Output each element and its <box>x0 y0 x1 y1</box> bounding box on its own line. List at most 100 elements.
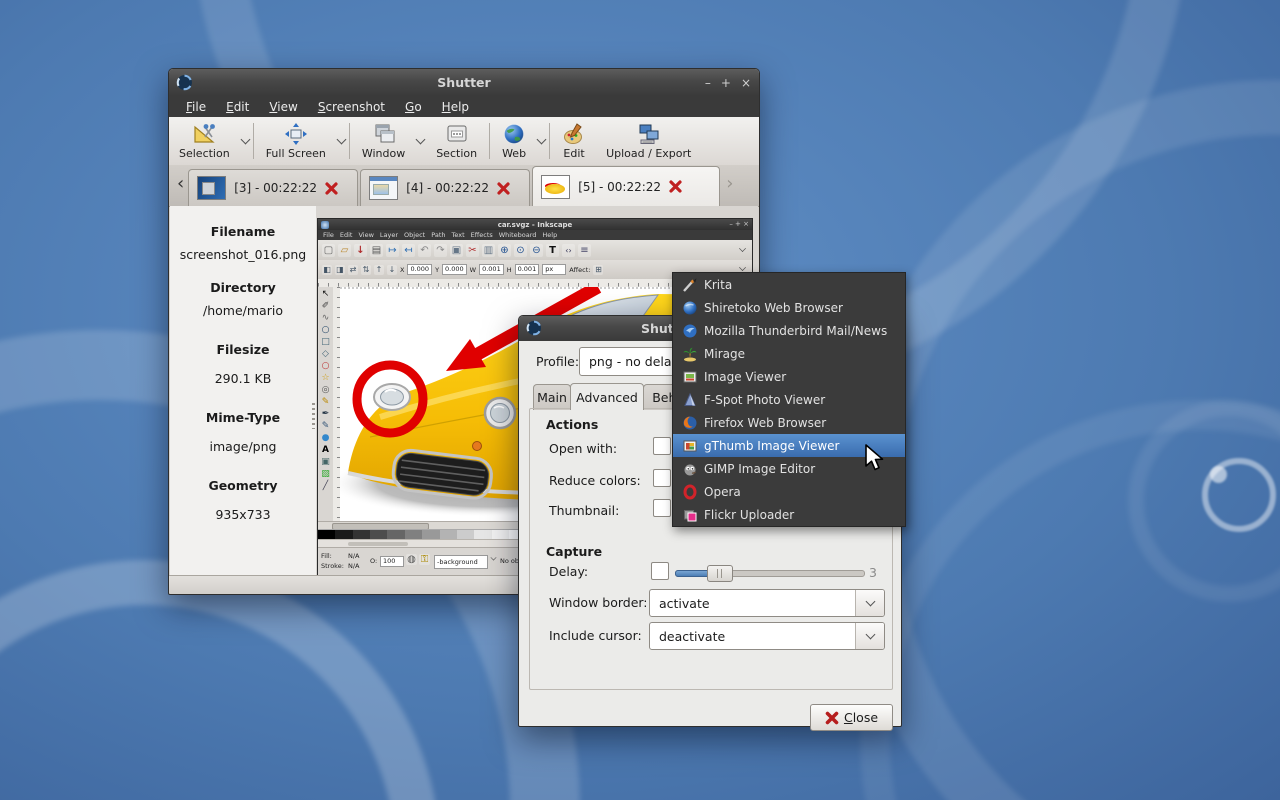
mirage-icon <box>682 346 698 362</box>
menu-item-shiretoko[interactable]: Shiretoko Web Browser <box>673 296 905 319</box>
star-tool-icon: ☆ <box>321 373 329 384</box>
tab-advanced[interactable]: Advanced <box>570 383 644 410</box>
stroke-label: Stroke: <box>321 562 344 570</box>
inkscape-import-icon: ↦ <box>386 244 399 257</box>
thumbnail-checkbox[interactable] <box>653 499 671 517</box>
inkscape-titlebar: car.svgz - Inkscape – + × <box>318 219 752 230</box>
open-with-label: Open with: <box>549 441 617 456</box>
tab-session-5[interactable]: [5] - 00:22:22 <box>532 166 720 206</box>
minimize-button[interactable]: – <box>705 76 711 90</box>
pane-resize-handle[interactable] <box>312 403 315 429</box>
directory-value: /home/mario <box>170 303 316 318</box>
window-border-chevron-icon <box>855 590 884 616</box>
tabs-scroll-left-button[interactable]: ‹ <box>173 173 188 198</box>
include-cursor-label: Include cursor: <box>549 628 642 643</box>
selection-dropdown-chevron-icon[interactable] <box>240 134 250 144</box>
lock-layer-icon: ⚿ <box>419 554 430 565</box>
menu-item-flickr[interactable]: Flickr Uploader <box>673 503 905 526</box>
tab-close-icon[interactable] <box>325 182 338 195</box>
thunderbird-icon <box>682 323 698 339</box>
toolbar-separator <box>489 123 490 159</box>
inkscape-menubar: FileEdit ViewLayer ObjectPath TextEffect… <box>318 230 752 240</box>
geometry-label: Geometry <box>170 478 316 493</box>
mouse-cursor <box>864 444 886 474</box>
inkscape-xml-icon: ‹› <box>562 244 575 257</box>
tab-main[interactable]: Main <box>533 384 571 410</box>
tab-close-icon[interactable] <box>669 180 682 193</box>
include-cursor-select[interactable]: deactivate <box>649 622 885 650</box>
node-tool-icon: ✐ <box>322 301 330 312</box>
inkscape-rotate-cw-icon: ◨ <box>335 265 345 275</box>
menu-screenshot[interactable]: Screenshot <box>309 98 394 116</box>
thumbnail-label: Thumbnail: <box>549 503 619 518</box>
menu-view[interactable]: View <box>260 98 306 116</box>
w-field-label: W <box>470 266 476 274</box>
ellipse-tool-icon: ○ <box>322 361 330 372</box>
h-field-label: H <box>507 266 512 274</box>
dropper-tool-icon: ╱ <box>323 481 328 492</box>
window-dropdown-chevron-icon[interactable] <box>416 134 426 144</box>
menu-item-image-viewer[interactable]: Image Viewer <box>673 365 905 388</box>
opera-icon <box>682 484 698 500</box>
gthumb-icon <box>682 438 698 454</box>
fspot-icon <box>682 392 698 408</box>
tab-thumbnail <box>197 176 226 200</box>
inkscape-text-icon: T <box>546 244 559 257</box>
close-button[interactable]: × <box>741 76 751 90</box>
fill-value: N/A <box>348 552 360 560</box>
menu-go[interactable]: Go <box>396 98 431 116</box>
selection-button[interactable]: Selection <box>169 117 240 165</box>
menu-help[interactable]: Help <box>433 98 478 116</box>
menu-item-mirage[interactable]: Mirage <box>673 342 905 365</box>
shutter-titlebar[interactable]: Shutter – + × <box>169 69 759 96</box>
menu-item-opera[interactable]: Opera <box>673 480 905 503</box>
actions-heading: Actions <box>546 417 598 432</box>
inkscape-copy-icon: ▣ <box>450 244 463 257</box>
box3d-tool-icon: ◇ <box>322 349 329 360</box>
tabs-scroll-right-button[interactable]: › <box>722 173 737 198</box>
window-border-label: Window border: <box>549 595 648 610</box>
reduce-colors-label: Reduce colors: <box>549 473 641 488</box>
section-button[interactable]: Section <box>426 117 487 165</box>
menu-item-firefox[interactable]: Firefox Web Browser <box>673 411 905 434</box>
tab-session-3[interactable]: [3] - 00:22:22 <box>188 169 358 206</box>
inkscape-raise-icon: ↑ <box>374 265 384 275</box>
layer-select-chevron-icon <box>488 554 499 567</box>
delay-slider-handle[interactable] <box>707 565 733 582</box>
web-button[interactable]: Web <box>492 117 536 165</box>
krita-icon <box>682 277 698 293</box>
tab-session-4[interactable]: [4] - 00:22:22 <box>360 169 530 206</box>
inkscape-layers-icon: ≡ <box>578 244 591 257</box>
window-border-select[interactable]: activate <box>649 589 885 617</box>
include-cursor-chevron-icon <box>855 623 884 649</box>
menu-edit[interactable]: Edit <box>217 98 258 116</box>
window-title: Shutter <box>437 75 490 90</box>
selection-icon <box>192 122 216 146</box>
w-field: 0.001 <box>479 264 504 275</box>
delay-checkbox[interactable] <box>651 562 669 580</box>
upload-export-button[interactable]: Upload / Export <box>596 117 701 165</box>
inkscape-app-icon <box>321 221 329 229</box>
maximize-button[interactable]: + <box>721 76 731 90</box>
inkscape-export-icon: ↤ <box>402 244 415 257</box>
fullscreen-button[interactable]: Full Screen <box>256 117 336 165</box>
section-icon <box>445 122 469 146</box>
menu-item-fspot[interactable]: F-Spot Photo Viewer <box>673 388 905 411</box>
delay-value: 3 <box>869 565 877 580</box>
paint-bucket-tool-icon: ● <box>322 433 330 444</box>
fullscreen-dropdown-chevron-icon[interactable] <box>336 134 346 144</box>
close-dialog-button[interactable]: Close <box>810 704 893 731</box>
menu-item-krita[interactable]: Krita <box>673 273 905 296</box>
edit-button[interactable]: Edit <box>552 117 596 165</box>
web-dropdown-chevron-icon[interactable] <box>537 134 547 144</box>
window-button[interactable]: Window <box>352 117 415 165</box>
hide-layer-icon: ◍ <box>406 554 417 565</box>
menu-file[interactable]: File <box>177 98 215 116</box>
menu-item-thunderbird[interactable]: Mozilla Thunderbird Mail/News <box>673 319 905 342</box>
reduce-colors-checkbox[interactable] <box>653 469 671 487</box>
x-field: 0.000 <box>407 264 432 275</box>
desktop: Shutter – + × File Edit View Screenshot … <box>0 0 1280 800</box>
delay-label: Delay: <box>549 564 588 579</box>
open-with-checkbox[interactable] <box>653 437 671 455</box>
tab-close-icon[interactable] <box>497 182 510 195</box>
